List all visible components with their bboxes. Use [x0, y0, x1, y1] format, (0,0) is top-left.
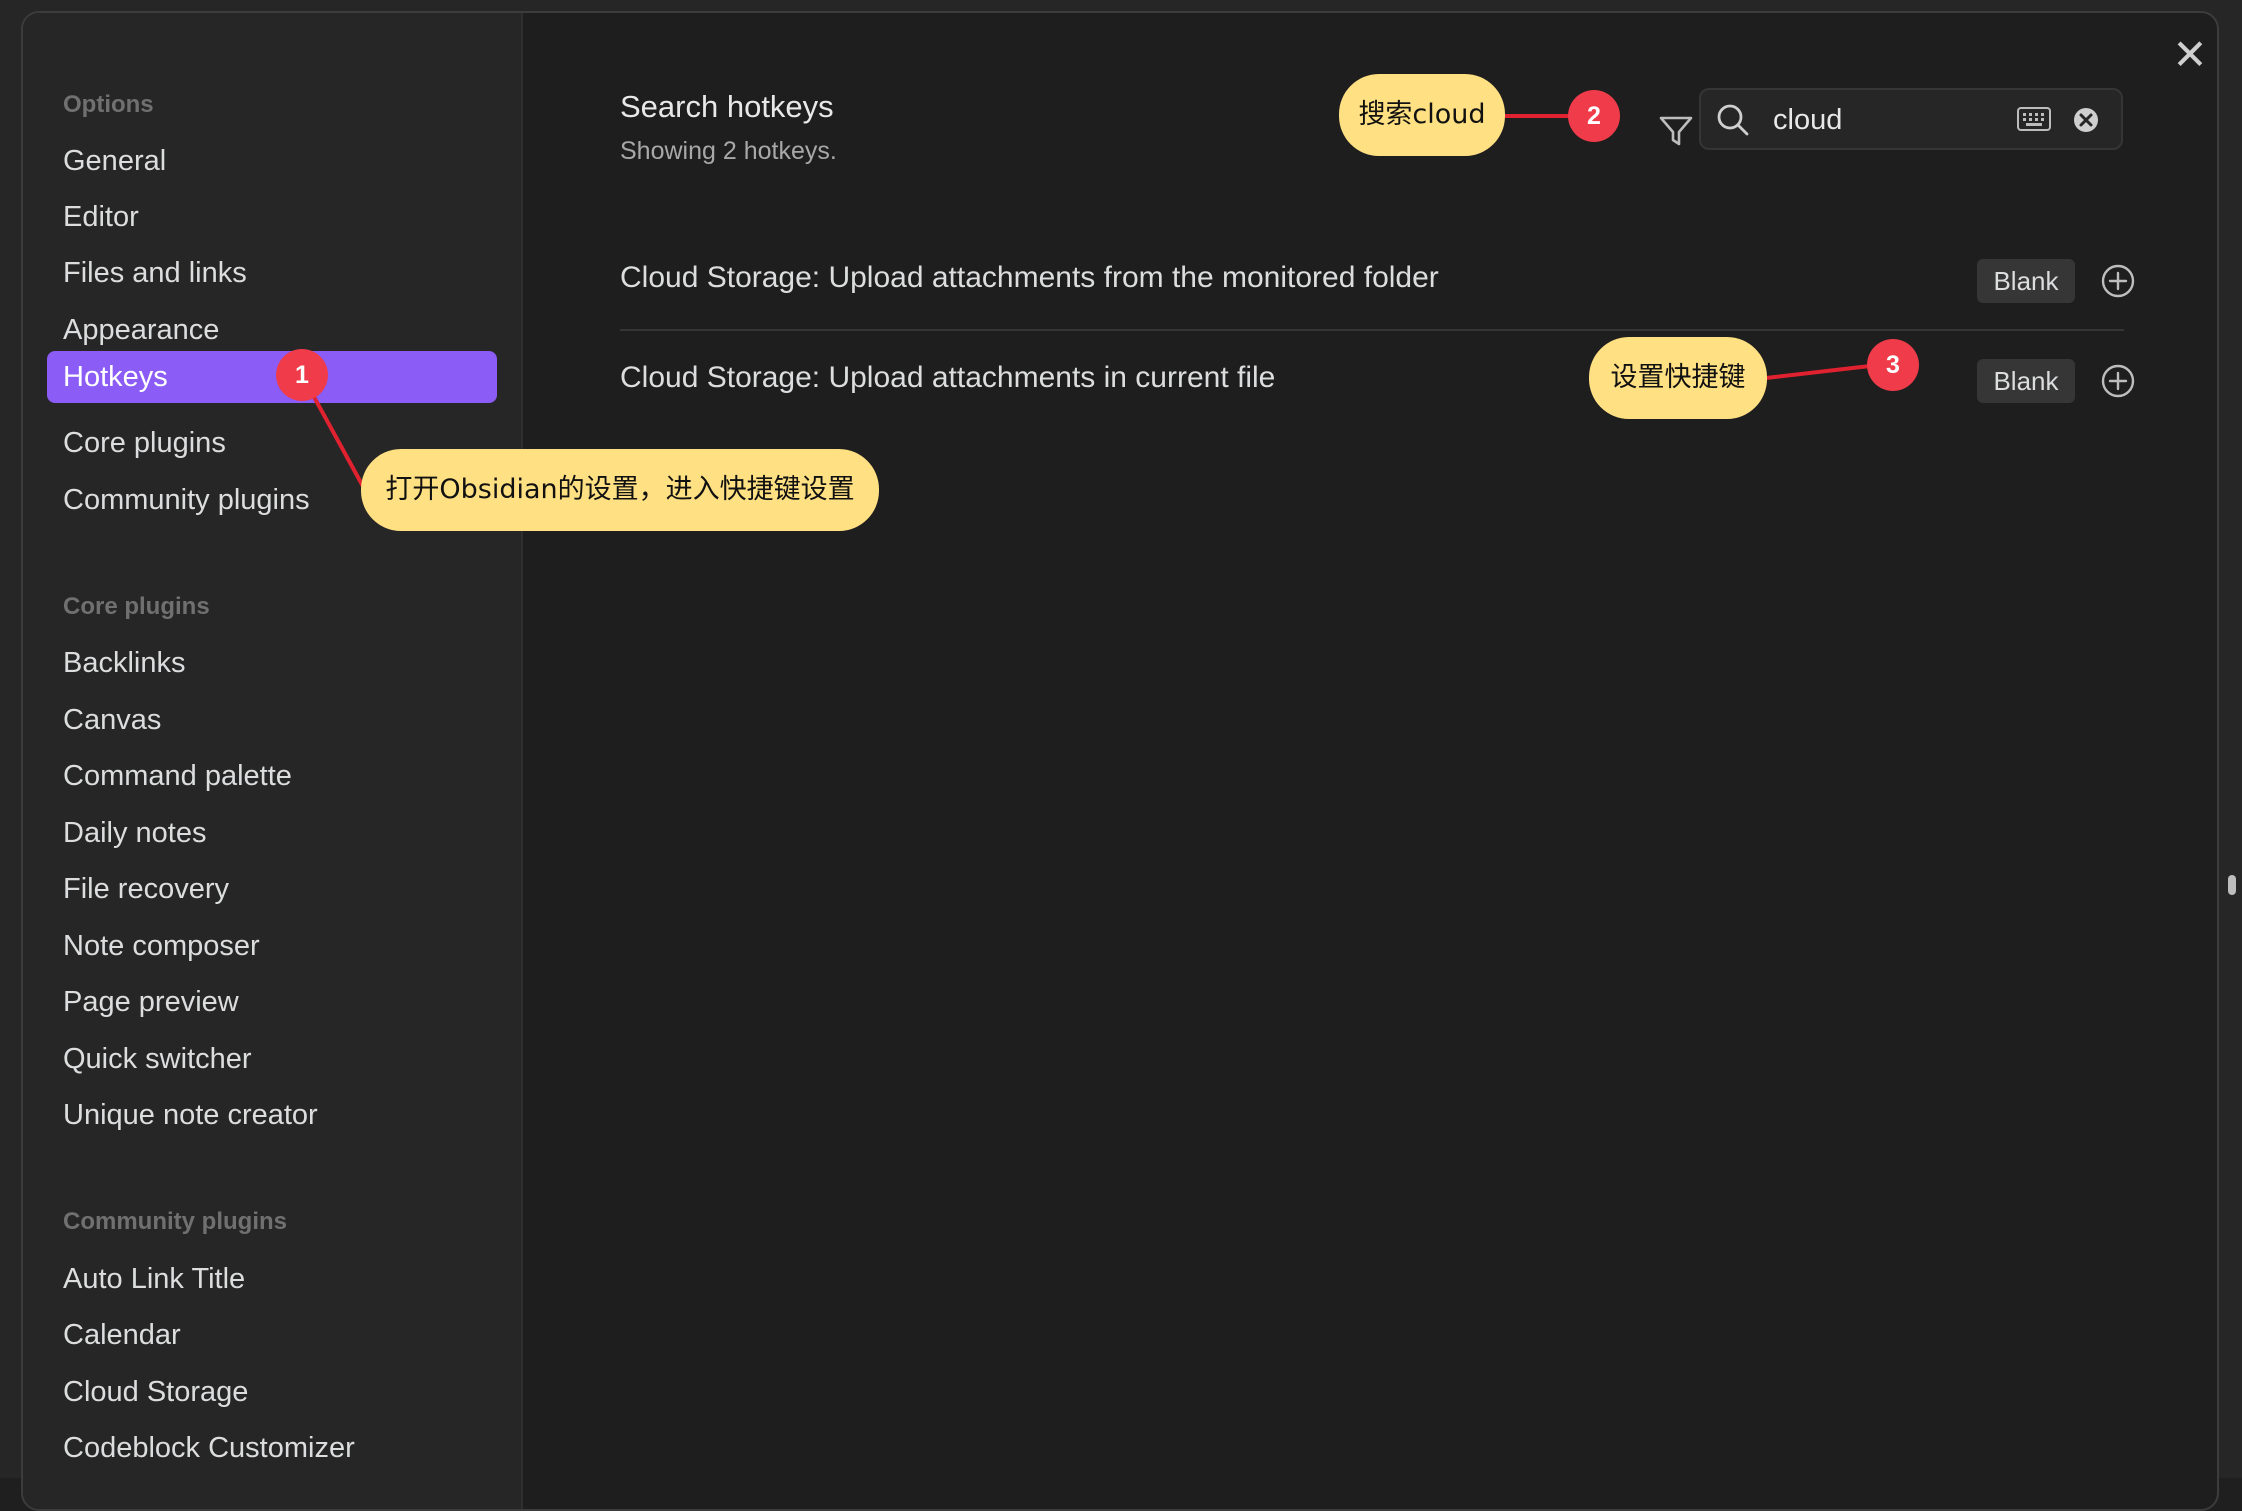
- sidebar-item-unique-note-creator[interactable]: Unique note creator: [47, 1089, 497, 1141]
- hotkey-command-name: Cloud Storage: Upload attachments from t…: [620, 261, 1439, 294]
- hotkey-count: Showing 2 hotkeys.: [620, 137, 837, 165]
- close-button[interactable]: ✕: [2168, 33, 2212, 77]
- annotation-badge-2: 2: [1568, 90, 1620, 142]
- sidebar-item-calendar[interactable]: Calendar: [47, 1309, 497, 1361]
- sidebar-section-community-plugins: Community plugins: [63, 1208, 287, 1235]
- search-icon: [1717, 104, 1749, 136]
- keyboard-icon[interactable]: [2016, 105, 2052, 133]
- add-hotkey-icon[interactable]: [2100, 363, 2136, 399]
- close-icon: ✕: [2172, 31, 2208, 78]
- sidebar-item-general[interactable]: General: [47, 135, 497, 187]
- sidebar-item-canvas[interactable]: Canvas: [47, 694, 497, 746]
- sidebar-item-cloud-storage[interactable]: Cloud Storage: [47, 1366, 497, 1418]
- hotkey-binding: Blank: [1977, 359, 2075, 403]
- sidebar-section-options: Options: [63, 91, 154, 118]
- hotkey-command-name: Cloud Storage: Upload attachments in cur…: [620, 361, 1276, 394]
- sidebar-item-daily-notes[interactable]: Daily notes: [47, 807, 497, 859]
- search-box: [1699, 88, 2123, 150]
- annotation-callout-3: 设置快捷键: [1589, 337, 1767, 419]
- sidebar-item-file-recovery[interactable]: File recovery: [47, 863, 497, 915]
- annotation-badge-1: 1: [276, 349, 328, 401]
- sidebar-item-codeblock-customizer[interactable]: Codeblock Customizer: [47, 1422, 497, 1474]
- sidebar-item-editor[interactable]: Editor: [47, 191, 497, 243]
- sidebar-item-files-and-links[interactable]: Files and links: [47, 247, 497, 299]
- settings-modal: Options General Editor Files and links A…: [21, 11, 2219, 1511]
- hotkey-binding: Blank: [1977, 259, 2075, 303]
- clear-search-icon[interactable]: [2071, 105, 2101, 135]
- hotkey-row: Cloud Storage: Upload attachments from t…: [620, 233, 2135, 331]
- add-hotkey-icon[interactable]: [2100, 263, 2136, 299]
- sidebar-section-core-plugins: Core plugins: [63, 593, 210, 620]
- search-input[interactable]: [1771, 98, 2005, 142]
- sidebar-item-backlinks[interactable]: Backlinks: [47, 637, 497, 689]
- app-window: Options General Editor Files and links A…: [0, 0, 2242, 1511]
- scrollbar-thumb[interactable]: [2228, 875, 2236, 895]
- sidebar-item-hotkeys[interactable]: Hotkeys: [47, 351, 497, 403]
- sidebar-item-appearance[interactable]: Appearance: [47, 304, 497, 356]
- settings-sidebar: Options General Editor Files and links A…: [23, 13, 523, 1509]
- annotation-badge-3: 3: [1867, 339, 1919, 391]
- annotation-callout-2: 搜索cloud: [1339, 74, 1505, 156]
- sidebar-item-quick-switcher[interactable]: Quick switcher: [47, 1033, 497, 1085]
- annotation-callout-1: 打开Obsidian的设置，进入快捷键设置: [361, 449, 879, 531]
- sidebar-item-note-composer[interactable]: Note composer: [47, 920, 497, 972]
- sidebar-item-command-palette[interactable]: Command palette: [47, 750, 497, 802]
- page-title: Search hotkeys: [620, 89, 834, 124]
- sidebar-item-page-preview[interactable]: Page preview: [47, 976, 497, 1028]
- sidebar-item-auto-link-title[interactable]: Auto Link Title: [47, 1253, 497, 1305]
- filter-icon[interactable]: [1656, 111, 1696, 151]
